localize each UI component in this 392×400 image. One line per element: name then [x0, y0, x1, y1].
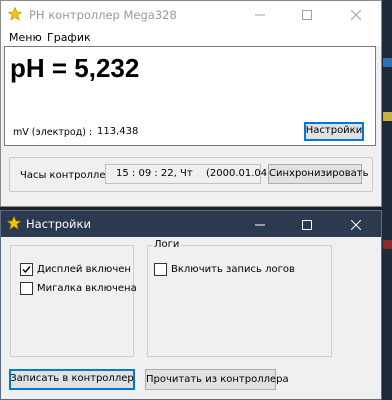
blinker-enabled-checkbox[interactable]: Мигалка включена — [20, 282, 137, 296]
enable-logging-checkbox[interactable]: Включить запись логов — [154, 263, 324, 277]
maximize-button[interactable] — [284, 1, 330, 29]
minimize-button[interactable] — [237, 1, 283, 29]
settings-close-button[interactable] — [333, 211, 379, 237]
window-title: PH контроллер Mega328 — [29, 8, 177, 22]
settings-minimize-button[interactable] — [237, 211, 283, 237]
minimize-icon — [255, 224, 265, 226]
checkbox-box[interactable] — [20, 282, 33, 295]
app-star-icon — [7, 216, 21, 230]
desktop-icon — [383, 112, 392, 121]
settings-maximize-button[interactable] — [284, 211, 330, 237]
checkbox-label: Дисплей включен — [37, 264, 131, 275]
checkmark-icon — [22, 266, 31, 274]
logs-group: Логи Включить запись логов — [147, 239, 332, 357]
main-window: PH контроллер Mega328 Меню График pH = 5… — [0, 0, 382, 207]
close-icon — [351, 10, 361, 20]
display-settings-group: Дисплей включен Мигалка включена — [10, 245, 137, 357]
close-icon — [351, 220, 361, 230]
mv-label: mV (электрод) : — [13, 127, 93, 138]
checkbox-box[interactable] — [20, 263, 33, 276]
checkbox-label: Включить запись логов — [171, 264, 295, 275]
minimize-icon — [255, 14, 265, 16]
mv-value: 113,438 — [97, 126, 139, 137]
display-enabled-checkbox[interactable]: Дисплей включен — [20, 263, 131, 277]
clock-date: (2000.01.04) — [206, 168, 272, 179]
logs-group-legend: Логи — [152, 239, 182, 250]
settings-titlebar[interactable]: Настройки — [1, 211, 381, 237]
app-star-icon — [8, 7, 22, 21]
main-titlebar[interactable]: PH контроллер Mega328 — [1, 1, 381, 29]
clock-time: 15 : 09 : 22, Чт — [116, 168, 193, 179]
checkbox-box[interactable] — [154, 263, 167, 276]
maximize-icon — [302, 220, 312, 230]
settings-window-title: Настройки — [26, 217, 91, 231]
write-to-controller-button[interactable]: Записать в контроллер — [9, 369, 135, 390]
ph-reading: pH = 5,232 — [10, 53, 140, 83]
checkbox-label: Мигалка включена — [37, 283, 137, 294]
maximize-icon — [302, 10, 312, 20]
desktop-icon — [383, 58, 392, 67]
clock-readout: 15 : 09 : 22, Чт (2000.01.04) — [105, 164, 271, 184]
desktop-icon — [383, 240, 392, 249]
read-from-controller-button[interactable]: Прочитать из контроллера — [145, 369, 289, 390]
clock-group: Часы контроллера: 15 : 09 : 22, Чт (2000… — [9, 157, 373, 192]
ph-display-panel: pH = 5,232 mV (электрод) : 113,438 Настр… — [4, 46, 376, 146]
settings-window: Настройки Дисплей включен Мигалка включе… — [0, 210, 382, 400]
settings-button[interactable]: Настройки — [304, 122, 364, 141]
menu-item-chart[interactable]: График — [47, 29, 91, 46]
main-client-area: pH = 5,232 mV (электрод) : 113,438 Настр… — [1, 46, 381, 206]
close-button[interactable] — [333, 1, 379, 29]
sync-button[interactable]: Синхронизировать — [268, 164, 368, 184]
menu-item-menu[interactable]: Меню — [9, 29, 42, 46]
menu-bar: Меню График — [1, 29, 381, 46]
